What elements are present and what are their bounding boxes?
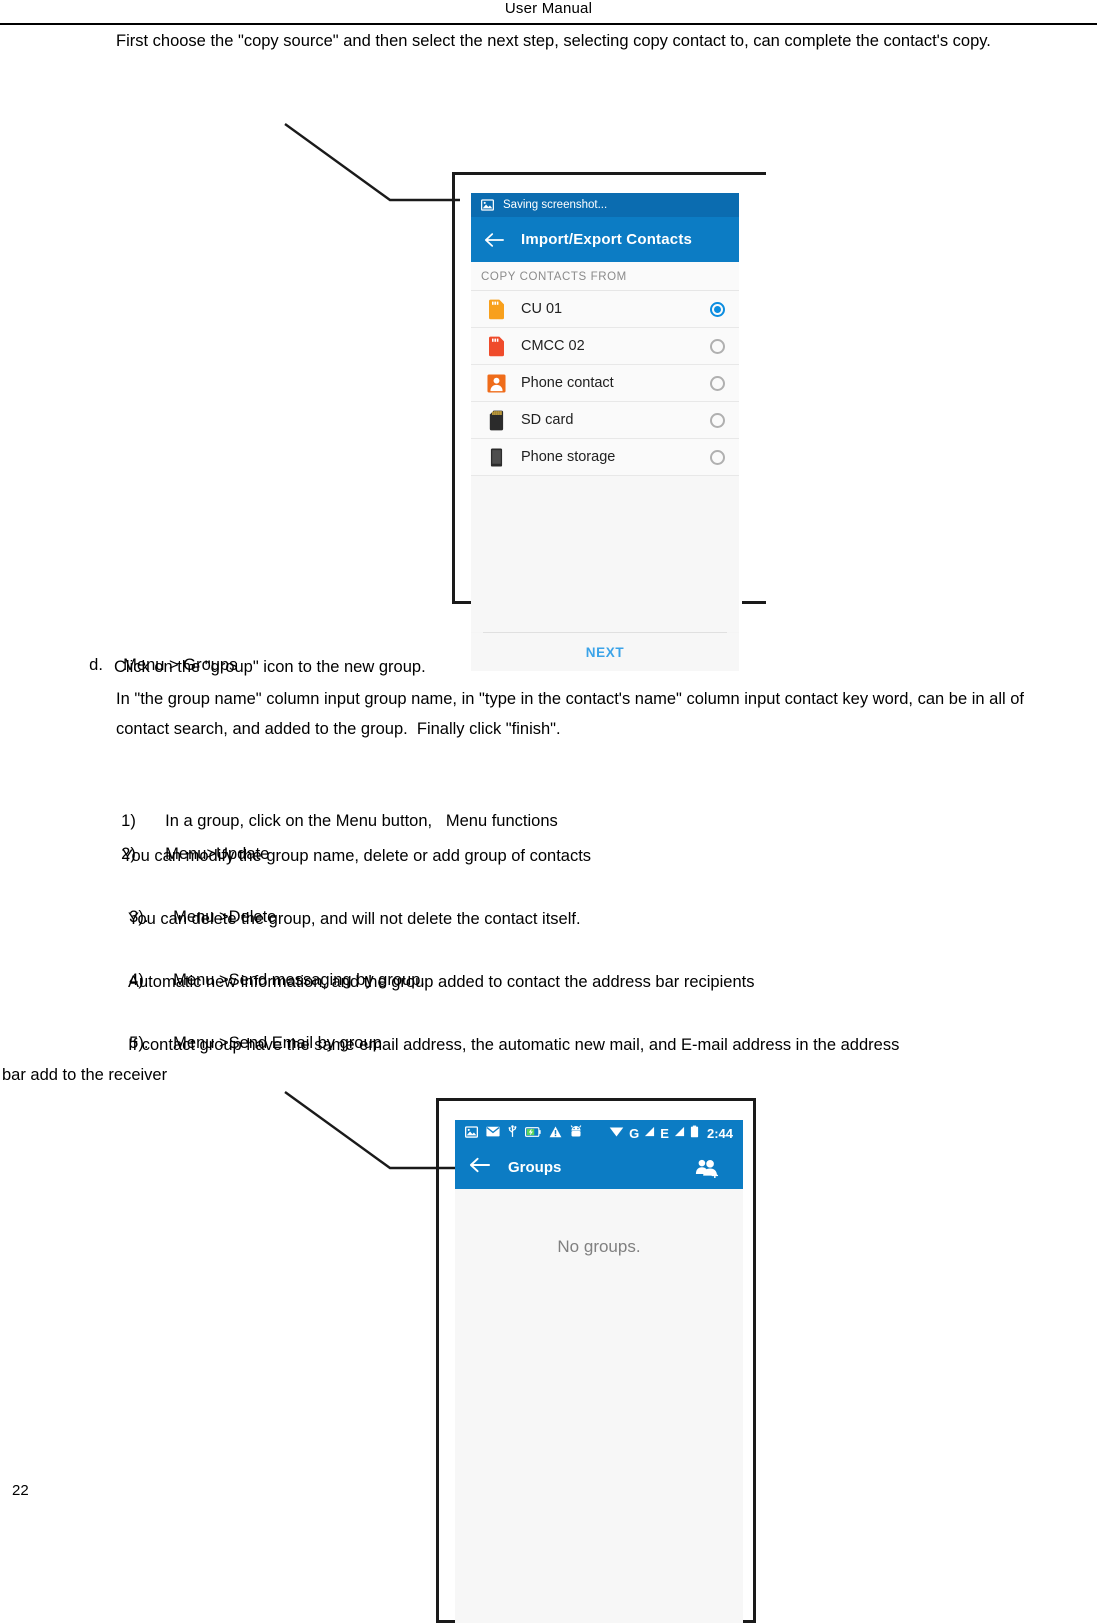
radio-button[interactable] — [710, 301, 725, 317]
signal-bars-icon-2 — [674, 1126, 685, 1140]
sim-card-red-icon — [485, 335, 507, 357]
sd-card-icon — [485, 409, 507, 431]
radio-button[interactable] — [710, 338, 725, 354]
action-bar-title: Import/Export Contacts — [521, 231, 693, 248]
action-bar-groups: Groups — [455, 1146, 743, 1189]
intro-paragraph: First choose the "copy source" and then … — [116, 32, 991, 50]
image-icon — [465, 1125, 478, 1141]
list-item-description: If contact group have the same email add… — [128, 1036, 900, 1054]
back-arrow-icon[interactable] — [483, 229, 505, 251]
list-item-description: Automatic new information, and the group… — [128, 973, 755, 991]
signal-bars-icon-1 — [644, 1126, 655, 1140]
signal-label-g: G — [629, 1125, 640, 1141]
back-arrow-icon[interactable] — [469, 1157, 490, 1178]
document-header: User Manual — [0, 0, 1097, 24]
list-item-description: You can modify the group name, delete or… — [122, 847, 592, 865]
table-row[interactable]: CU 01 — [471, 291, 739, 328]
usb-icon — [508, 1125, 517, 1141]
frame-edge-top — [436, 1098, 756, 1101]
battery-icon — [690, 1125, 699, 1141]
section-label-copy-from: COPY CONTACTS FROM — [471, 262, 739, 291]
contact-person-icon — [485, 372, 507, 394]
empty-state-message: No groups. — [557, 1237, 641, 1256]
image-icon — [481, 199, 494, 211]
android-screen-groups: G E 2:44 Groups No groups. — [455, 1120, 743, 1623]
email-icon — [486, 1126, 500, 1140]
notification-bar: Saving screenshot... — [471, 193, 739, 217]
section-d-paragraph: In "the group name" column input group n… — [116, 690, 1029, 738]
status-bar-left-icons — [465, 1125, 582, 1141]
battery-charging-icon — [524, 1126, 541, 1140]
row-label: CU 01 — [521, 301, 563, 317]
list-item-description: You can delete the group, and will not d… — [128, 910, 581, 928]
import-export-body: COPY CONTACTS FROM CU 01 CMCC 02 Phone c… — [471, 262, 739, 671]
add-group-icon[interactable] — [695, 1158, 719, 1178]
radio-button[interactable] — [710, 375, 725, 391]
list-item-description-cont: bar add to the receiver — [2, 1066, 168, 1084]
android-screen-import-export: Saving screenshot... Import/Export Conta… — [471, 193, 739, 671]
row-label: SD card — [521, 412, 574, 428]
phone-storage-icon — [485, 446, 507, 468]
radio-button[interactable] — [710, 449, 725, 465]
row-label: Phone storage — [521, 449, 616, 465]
frame-edge-right — [753, 1098, 756, 1623]
frame-edge-left — [436, 1098, 439, 1623]
action-bar-title: Groups — [508, 1159, 562, 1176]
table-row[interactable]: Phone storage — [471, 439, 739, 476]
list-empty-area — [471, 476, 739, 632]
section-d-subtitle: Click on the "group" icon to the new gro… — [114, 658, 426, 676]
document-header-title: User Manual — [504, 0, 593, 17]
frame-edge-bottom-right — [742, 601, 766, 604]
table-row[interactable]: SD card — [471, 402, 739, 439]
row-label: CMCC 02 — [521, 338, 585, 354]
sim-card-orange-icon — [485, 298, 507, 320]
status-bar-time: 2:44 — [706, 1125, 733, 1141]
status-bar-right-icons: G E 2:44 — [609, 1125, 733, 1141]
wifi-icon — [609, 1126, 624, 1140]
status-bar: G E 2:44 — [455, 1120, 743, 1146]
action-bar-import-export: Import/Export Contacts — [471, 217, 739, 262]
frame-edge-left — [452, 172, 455, 604]
warning-triangle-icon — [549, 1126, 562, 1141]
frame-edge-top — [452, 172, 766, 175]
page-number: 22 — [12, 1482, 29, 1499]
row-label: Phone contact — [521, 375, 614, 391]
table-row[interactable]: Phone contact — [471, 365, 739, 402]
notification-text: Saving screenshot... — [503, 199, 608, 211]
table-row[interactable]: CMCC 02 — [471, 328, 739, 365]
android-icon — [570, 1125, 582, 1141]
radio-button[interactable] — [710, 412, 725, 428]
header-divider — [0, 23, 1097, 25]
signal-label-e: E — [660, 1125, 669, 1141]
